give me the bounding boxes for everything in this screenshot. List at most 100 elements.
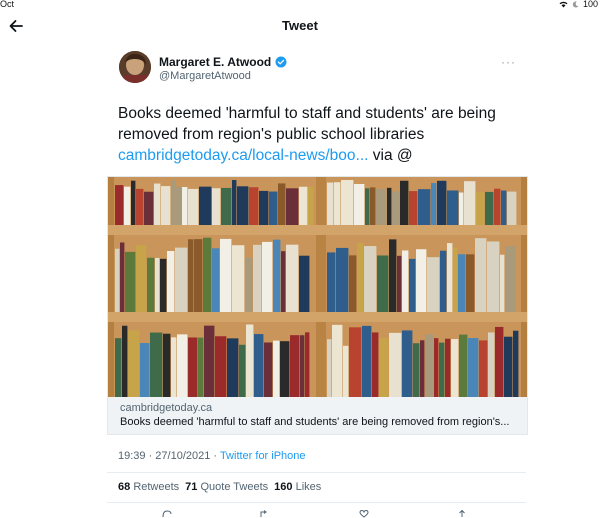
book-spine bbox=[440, 250, 447, 312]
wifi-icon bbox=[559, 1, 568, 7]
card-domain: cambridgetoday.ca bbox=[120, 402, 213, 414]
book-spine bbox=[144, 191, 154, 225]
book-spine bbox=[464, 181, 476, 225]
tweet-text: Books deemed 'harmful to staff and stude… bbox=[118, 103, 538, 166]
status-indicators: 100 bbox=[559, 0, 598, 9]
book-spine bbox=[365, 188, 370, 225]
book-spine bbox=[513, 330, 519, 397]
book-spine bbox=[136, 188, 144, 225]
book-spine bbox=[357, 242, 364, 312]
book-spine bbox=[115, 185, 124, 225]
likes-stat[interactable]: 160 Likes bbox=[274, 481, 321, 493]
book-spine bbox=[389, 332, 402, 397]
book-spine bbox=[370, 187, 376, 225]
book-spine bbox=[418, 189, 431, 225]
book-spine bbox=[402, 330, 413, 397]
book-spine bbox=[281, 251, 286, 312]
author-handle[interactable]: @MargaretAtwood bbox=[159, 70, 251, 82]
divider bbox=[107, 472, 526, 473]
page-title: Tweet bbox=[282, 18, 318, 33]
tweet-body: Books deemed 'harmful to staff and stude… bbox=[118, 105, 496, 143]
like-icon[interactable] bbox=[359, 510, 369, 518]
share-icon[interactable] bbox=[457, 510, 467, 518]
book-spine bbox=[445, 338, 451, 397]
book-spine bbox=[305, 332, 310, 397]
book-spine bbox=[376, 189, 387, 225]
more-icon[interactable]: ··· bbox=[501, 55, 516, 69]
book-spine bbox=[343, 345, 349, 397]
book-spine bbox=[299, 186, 308, 225]
book-spine bbox=[487, 241, 500, 312]
book-spine bbox=[362, 325, 372, 397]
author-name[interactable]: Margaret E. Atwood bbox=[159, 55, 287, 69]
book-spine bbox=[451, 339, 459, 397]
book-spine bbox=[507, 191, 517, 225]
book-spine bbox=[246, 324, 254, 397]
top-nav-bar: Tweet bbox=[0, 10, 600, 42]
book-spine bbox=[136, 245, 147, 312]
book-spine bbox=[504, 336, 513, 397]
book-spine bbox=[264, 342, 273, 397]
likes-count: 160 bbox=[274, 481, 293, 493]
likes-label: Likes bbox=[295, 481, 322, 493]
book-spine bbox=[349, 255, 357, 312]
book-spine bbox=[409, 191, 418, 225]
book-spine bbox=[278, 183, 286, 225]
book-spine bbox=[488, 332, 495, 397]
book-spine bbox=[299, 255, 310, 312]
book-spine bbox=[286, 244, 299, 312]
book-spine bbox=[155, 257, 160, 312]
avatar-image bbox=[119, 51, 151, 83]
book-spine bbox=[332, 324, 343, 397]
book-spine bbox=[364, 246, 377, 312]
book-spine bbox=[447, 190, 459, 225]
book-spine bbox=[176, 186, 182, 225]
book-spine bbox=[416, 249, 427, 312]
book-spine bbox=[182, 187, 188, 225]
book-spine bbox=[215, 336, 227, 397]
quote-tweets-label: Quote Tweets bbox=[200, 481, 269, 493]
book-spine bbox=[122, 325, 128, 397]
book-spine bbox=[500, 254, 505, 312]
retweets-label: Retweets bbox=[133, 481, 180, 493]
book-spine bbox=[434, 338, 439, 397]
book-spine bbox=[392, 191, 400, 225]
retweet-icon[interactable] bbox=[259, 510, 269, 518]
book-spine bbox=[420, 340, 425, 397]
book-spine bbox=[459, 192, 464, 225]
card-image-bookshelf bbox=[108, 177, 527, 397]
book-spine bbox=[466, 254, 475, 312]
book-spine bbox=[327, 339, 332, 397]
book-spine bbox=[115, 248, 120, 312]
book-spine bbox=[505, 246, 516, 312]
source-link[interactable]: Twitter for iPhone bbox=[220, 450, 306, 462]
reply-icon[interactable] bbox=[162, 510, 172, 518]
book-spine bbox=[389, 239, 397, 312]
book-spine bbox=[175, 247, 188, 312]
book-spine bbox=[425, 334, 434, 397]
book-spine bbox=[188, 337, 198, 397]
book-spine bbox=[128, 330, 140, 397]
book-spine bbox=[140, 343, 150, 397]
avatar[interactable] bbox=[119, 51, 151, 83]
status-time: Oct bbox=[0, 0, 15, 9]
book-spine bbox=[327, 182, 334, 225]
book-spine bbox=[245, 257, 253, 312]
link-card[interactable]: cambridgetoday.ca Books deemed 'harmful … bbox=[107, 176, 528, 435]
book-spine bbox=[154, 183, 161, 225]
quote-tweets-stat[interactable]: 71 Quote Tweets bbox=[185, 481, 268, 493]
book-spine bbox=[253, 244, 262, 312]
book-spine bbox=[221, 187, 232, 225]
book-spine bbox=[468, 338, 479, 397]
book-spine bbox=[413, 343, 420, 397]
book-spine bbox=[259, 190, 269, 225]
tweet-link[interactable]: cambridgetoday.ca/local-news/boo... bbox=[118, 147, 368, 164]
book-spine bbox=[131, 180, 136, 225]
book-spine bbox=[341, 180, 354, 225]
tweet-via[interactable]: via @ bbox=[368, 147, 413, 164]
retweets-stat[interactable]: 68 Retweets bbox=[118, 481, 179, 493]
book-spine bbox=[354, 183, 365, 225]
book-spine bbox=[177, 334, 188, 397]
retweets-count: 68 bbox=[118, 481, 131, 493]
book-spine bbox=[402, 250, 409, 312]
